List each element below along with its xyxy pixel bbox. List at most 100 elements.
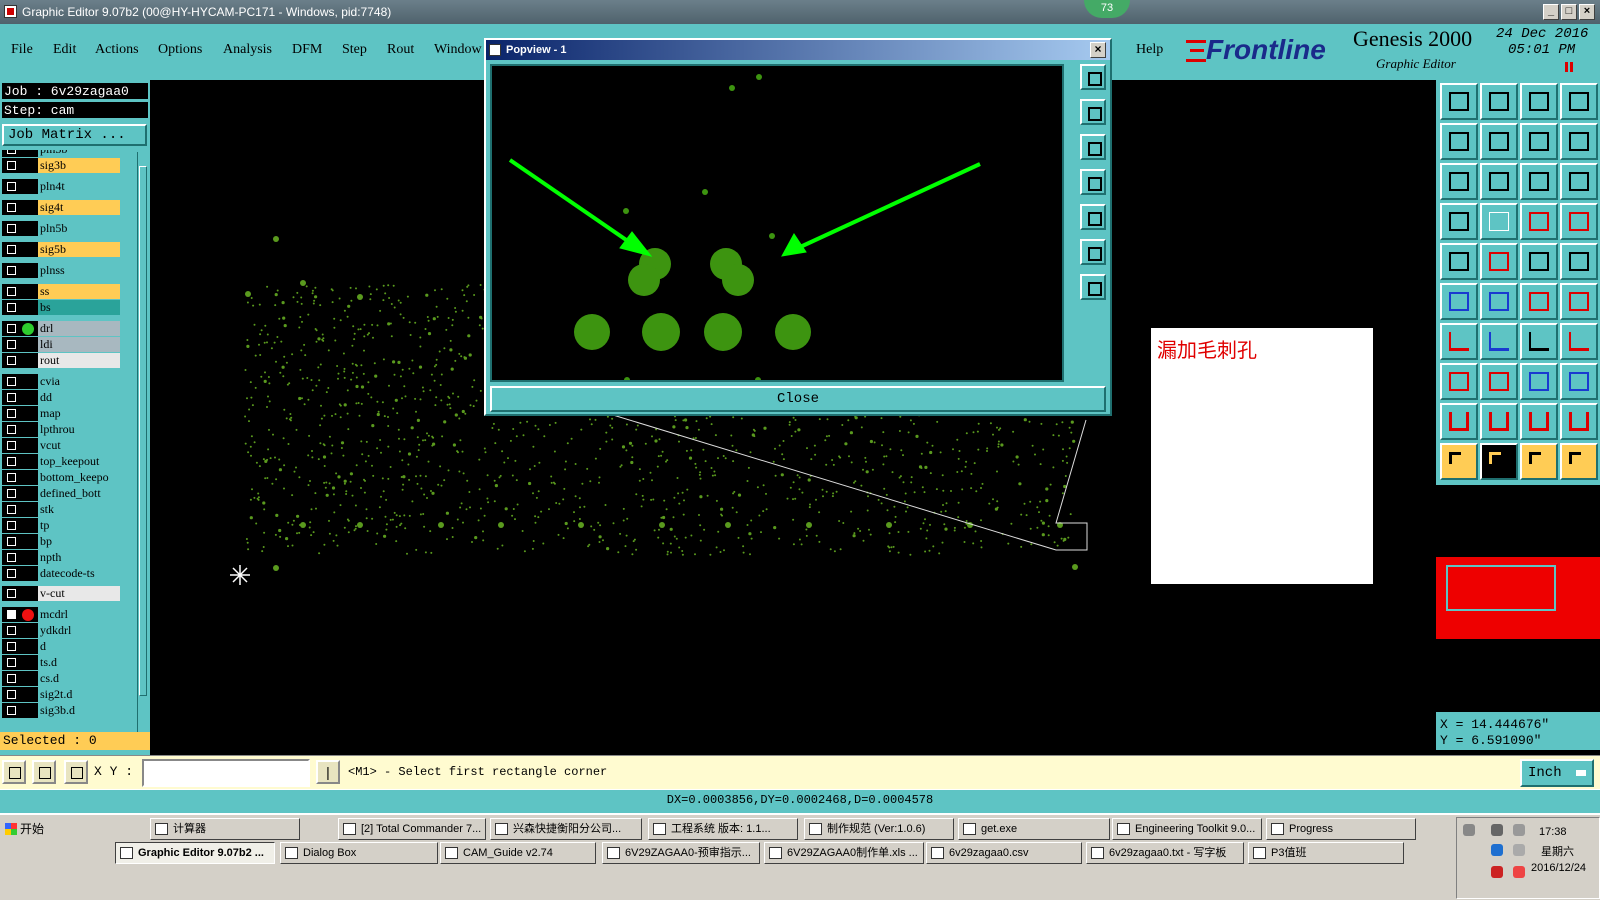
taskbar-item[interactable]: Graphic Editor 9.07b2 ... xyxy=(115,842,275,864)
tool-button[interactable] xyxy=(1520,363,1558,400)
tool-button[interactable] xyxy=(1480,443,1518,480)
popview-tool-button[interactable] xyxy=(1080,134,1106,160)
menu-dfm[interactable]: DFM xyxy=(292,42,322,58)
tool-button[interactable] xyxy=(1440,323,1478,360)
tool-button[interactable] xyxy=(1560,243,1598,280)
taskbar-item[interactable]: 工程系统 版本: 1.1... xyxy=(648,818,798,840)
layer-row[interactable]: ydkdrl xyxy=(2,623,120,638)
layer-checkbox[interactable] xyxy=(7,182,16,191)
taskbar-item[interactable]: Progress xyxy=(1266,818,1416,840)
tool-button[interactable] xyxy=(1560,203,1598,240)
layer-checkbox[interactable] xyxy=(7,409,16,418)
menu-help[interactable]: Help xyxy=(1136,42,1163,58)
tool-button[interactable] xyxy=(1520,323,1558,360)
layer-checkbox[interactable] xyxy=(7,569,16,578)
layer-row[interactable]: pln3b xyxy=(2,150,120,157)
tool-button[interactable] xyxy=(1480,243,1518,280)
tool-button[interactable] xyxy=(1560,363,1598,400)
tool-button[interactable] xyxy=(1480,123,1518,160)
tool-button[interactable] xyxy=(1440,403,1478,440)
tool-button[interactable] xyxy=(1520,83,1558,120)
layer-row[interactable]: lpthrou xyxy=(2,422,120,437)
layer-checkbox[interactable] xyxy=(7,610,16,619)
layer-checkbox[interactable] xyxy=(7,473,16,482)
tool-button[interactable] xyxy=(1480,203,1518,240)
tool-button[interactable] xyxy=(1520,203,1558,240)
layer-row[interactable]: sig4t xyxy=(2,200,120,215)
layer-checkbox[interactable] xyxy=(7,626,16,635)
layer-row[interactable]: cs.d xyxy=(2,671,120,686)
info-button[interactable]: | xyxy=(316,760,340,784)
popview-canvas[interactable] xyxy=(490,64,1064,382)
layer-row[interactable]: bottom_keepo xyxy=(2,470,120,485)
preview-view-box[interactable] xyxy=(1446,565,1556,611)
taskbar-item[interactable]: P3值班 xyxy=(1248,842,1404,864)
layer-row[interactable]: mcdrl xyxy=(2,607,120,622)
popview-close-icon[interactable]: × xyxy=(1090,42,1106,58)
popview-tool-button[interactable] xyxy=(1080,274,1106,300)
taskbar-item[interactable]: 6v29zagaa0.txt - 写字板 xyxy=(1086,842,1244,864)
layer-row[interactable]: datecode-ts xyxy=(2,566,120,581)
layer-checkbox[interactable] xyxy=(7,642,16,651)
layer-checkbox[interactable] xyxy=(7,521,16,530)
taskbar-item[interactable]: 6v29zagaa0.csv xyxy=(926,842,1082,864)
taskbar-item[interactable]: CAM_Guide v2.74 xyxy=(440,842,596,864)
network-icon[interactable] xyxy=(1463,824,1475,836)
layer-row[interactable]: dd xyxy=(2,390,120,405)
tool-button[interactable] xyxy=(1520,123,1558,160)
close-window-button[interactable]: × xyxy=(1579,4,1595,20)
menu-file[interactable]: File xyxy=(11,42,33,58)
tool-button[interactable] xyxy=(1440,243,1478,280)
layer-row[interactable]: ldi xyxy=(2,337,120,352)
popview-close-button[interactable]: Close xyxy=(490,386,1106,412)
layer-row[interactable]: plnss xyxy=(2,263,120,278)
app-tray-icon[interactable] xyxy=(1491,844,1503,856)
taskbar-item[interactable]: 兴森快捷衡阳分公司... xyxy=(490,818,642,840)
tool-button[interactable] xyxy=(1560,323,1598,360)
menu-analysis[interactable]: Analysis xyxy=(223,42,272,58)
layer-list-scrollbar[interactable] xyxy=(137,152,148,732)
tool-button[interactable] xyxy=(1440,163,1478,200)
tool-button[interactable] xyxy=(1480,283,1518,320)
angle-tool-button[interactable] xyxy=(32,760,56,784)
layer-checkbox[interactable] xyxy=(7,537,16,546)
layer-row[interactable]: ss xyxy=(2,284,120,299)
taskbar-item[interactable]: [2] Total Commander 7... xyxy=(338,818,486,840)
tray-icon[interactable] xyxy=(1513,866,1525,878)
taskbar-item[interactable]: 计算器 xyxy=(150,818,300,840)
xy-input[interactable] xyxy=(142,759,310,787)
tool-button[interactable] xyxy=(1520,283,1558,320)
tool-button[interactable] xyxy=(1440,83,1478,120)
layer-checkbox[interactable] xyxy=(7,203,16,212)
popview-tool-button[interactable] xyxy=(1080,64,1106,90)
layer-row[interactable]: sig2t.d xyxy=(2,687,120,702)
layer-row[interactable]: pln4t xyxy=(2,179,120,194)
menu-actions[interactable]: Actions xyxy=(95,42,139,58)
taskbar-item[interactable]: 6V29ZAGAA0制作单.xls ... xyxy=(764,842,924,864)
layer-row[interactable]: top_keepout xyxy=(2,454,120,469)
tool-button[interactable] xyxy=(1480,403,1518,440)
layer-checkbox[interactable] xyxy=(7,658,16,667)
snap-tool-button[interactable] xyxy=(2,760,26,784)
layer-checkbox[interactable] xyxy=(7,674,16,683)
layer-checkbox[interactable] xyxy=(7,553,16,562)
taskbar-item[interactable]: Engineering Toolkit 9.0... xyxy=(1112,818,1262,840)
layer-row[interactable]: sig3b xyxy=(2,158,120,173)
layer-checkbox[interactable] xyxy=(7,589,16,598)
copy-icon[interactable] xyxy=(1491,824,1503,836)
taskbar-item[interactable]: 制作规范 (Ver:1.0.6) xyxy=(804,818,954,840)
menu-options[interactable]: Options xyxy=(158,42,202,58)
layer-row[interactable]: npth xyxy=(2,550,120,565)
layer-row[interactable]: tp xyxy=(2,518,120,533)
layer-checkbox[interactable] xyxy=(7,324,16,333)
tool-button[interactable] xyxy=(1560,163,1598,200)
popview-tool-button[interactable] xyxy=(1080,239,1106,265)
layer-checkbox[interactable] xyxy=(7,457,16,466)
popview-tool-button[interactable] xyxy=(1080,99,1106,125)
layer-checkbox[interactable] xyxy=(7,489,16,498)
layer-row[interactable]: vcut xyxy=(2,438,120,453)
layer-checkbox[interactable] xyxy=(7,356,16,365)
layer-checkbox[interactable] xyxy=(7,224,16,233)
layer-row[interactable]: drl xyxy=(2,321,120,336)
layer-checkbox[interactable] xyxy=(7,287,16,296)
